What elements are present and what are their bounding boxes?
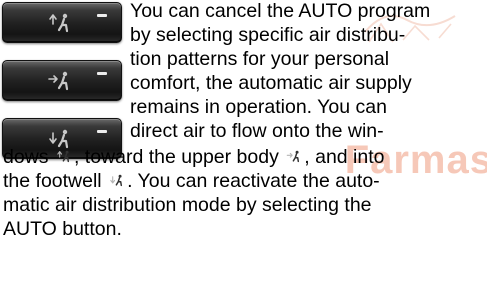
text-line: the footwell . You can reactivate the au…	[3, 170, 380, 194]
windshield-air-button	[2, 2, 122, 43]
indicator-led	[97, 14, 107, 17]
air-upper-body-icon	[286, 150, 300, 163]
text-line: comfort, the automatic air supply	[130, 72, 412, 94]
text-line: direct air to flow onto the win-	[130, 120, 384, 142]
upper-body-air-button	[2, 60, 122, 101]
air-footwell-icon	[110, 174, 123, 187]
text-line: remains in operation. You can	[130, 96, 387, 118]
air-windshield-icon	[49, 13, 69, 33]
text-fragment: , and into	[304, 146, 385, 168]
text-line: AUTO button.	[3, 218, 122, 240]
text-line: tion patterns for your personal	[130, 48, 390, 70]
text-fragment: dows	[3, 146, 49, 168]
manual-page: Farmas You can cancel the AUTO program b…	[0, 0, 487, 289]
text-line: matic air distribution mode by selecting…	[3, 194, 372, 216]
text-fragment: the footwell	[3, 170, 102, 192]
text-line: by selecting specific air distribu-	[130, 24, 406, 46]
text-line: You can cancel the AUTO program	[130, 0, 431, 22]
indicator-led	[97, 72, 107, 75]
text-fragment: , toward the upper body	[73, 146, 279, 168]
air-windshield-icon	[57, 150, 69, 163]
air-upper-body-icon	[48, 71, 69, 91]
indicator-led	[97, 130, 107, 133]
text-fragment: . You can reactivate the auto-	[127, 170, 380, 192]
text-line: dows , toward the upper body , and into	[3, 146, 385, 170]
